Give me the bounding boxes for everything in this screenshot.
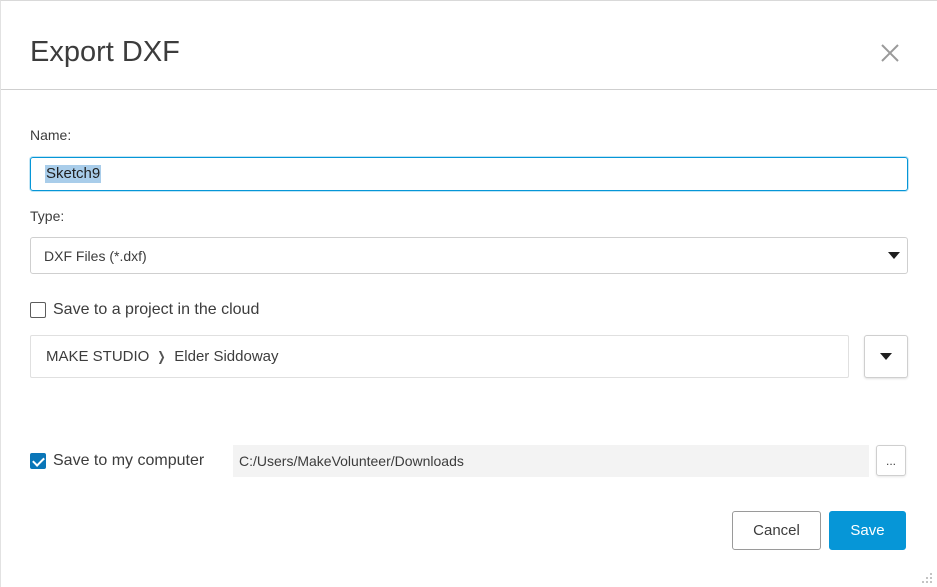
name-label: Name:	[30, 127, 72, 143]
dialog-title: Export DXF	[30, 36, 180, 68]
chevron-right-icon: ❯	[157, 348, 166, 364]
close-icon	[881, 44, 899, 62]
caret-down-icon	[888, 252, 900, 259]
project-name: Elder Siddoway	[174, 348, 279, 365]
export-dxf-dialog: Export DXF Name: Sketch9 Type: DXF Files…	[0, 0, 937, 587]
project-dropdown-button[interactable]	[864, 335, 908, 378]
cloud-checkbox[interactable]	[30, 302, 46, 318]
project-team: MAKE STUDIO	[46, 348, 150, 365]
save-button[interactable]: Save	[829, 511, 906, 550]
browse-button[interactable]: ...	[876, 445, 906, 476]
cloud-checkbox-row[interactable]: Save to a project in the cloud	[30, 301, 259, 319]
cancel-button[interactable]: Cancel	[732, 511, 821, 550]
resize-grip-icon[interactable]	[921, 572, 933, 584]
project-breadcrumb[interactable]: MAKE STUDIO ❯ Elder Siddoway	[30, 335, 849, 378]
name-input[interactable]: Sketch9	[30, 157, 908, 191]
type-label: Type:	[30, 208, 65, 224]
save-path-value: C:/Users/MakeVolunteer/Downloads	[239, 453, 464, 469]
caret-down-icon	[880, 353, 892, 360]
close-button[interactable]	[878, 41, 902, 65]
name-input-value: Sketch9	[45, 165, 102, 183]
computer-checkbox-label: Save to my computer	[53, 452, 205, 469]
save-path-field[interactable]: C:/Users/MakeVolunteer/Downloads	[233, 445, 869, 477]
dialog-header: Export DXF	[1, 1, 937, 90]
computer-checkbox[interactable]	[30, 453, 46, 469]
type-select[interactable]: DXF Files (*.dxf)	[30, 237, 908, 274]
type-select-value: DXF Files (*.dxf)	[44, 247, 147, 264]
cloud-checkbox-label: Save to a project in the cloud	[53, 301, 260, 318]
computer-checkbox-row[interactable]: Save to my computer	[30, 452, 204, 470]
